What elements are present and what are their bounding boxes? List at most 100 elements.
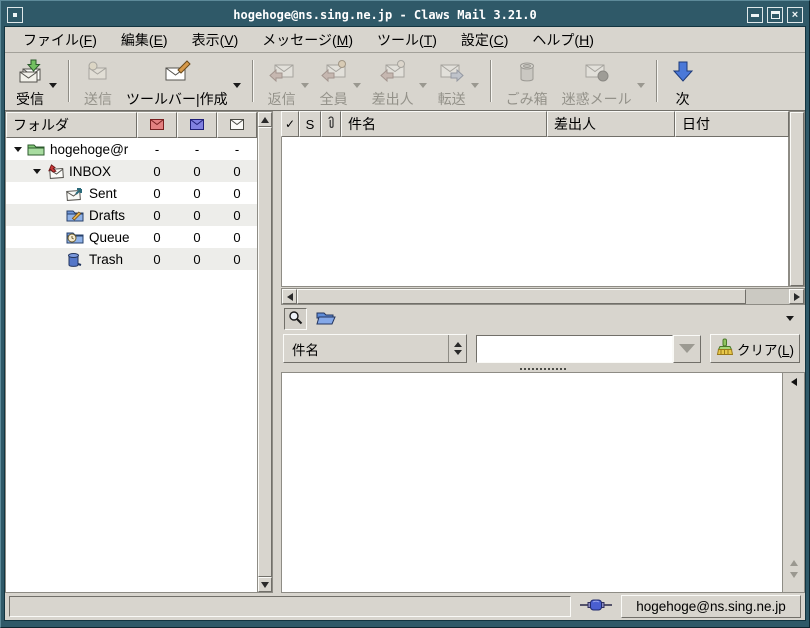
folder-label: INBOX — [69, 164, 111, 179]
status-column-header[interactable]: S — [299, 111, 321, 137]
receive-button[interactable]: 受信 — [9, 56, 51, 110]
search-toggle-button[interactable] — [284, 308, 307, 330]
search-type-combo[interactable]: 件名 — [283, 334, 467, 363]
folder-column-header[interactable]: フォルダ — [6, 112, 137, 138]
folder-select-button[interactable] — [314, 309, 338, 329]
window-menu-button[interactable] — [7, 7, 23, 23]
spin-down-icon — [454, 350, 462, 355]
folder-row-drafts[interactable]: Drafts 0 0 0 — [6, 204, 257, 226]
inbox-icon — [46, 163, 64, 179]
pane-splitter[interactable] — [273, 111, 281, 593]
folder-scrollbar[interactable] — [257, 111, 273, 593]
spam-dropdown-arrow[interactable] — [637, 83, 645, 88]
folder-row-inbox[interactable]: INBOX 0 0 0 — [6, 160, 257, 182]
toolbar-separator — [656, 60, 658, 102]
reply-dropdown-arrow[interactable] — [301, 83, 309, 88]
folder-row-queue[interactable]: Queue 0 0 0 — [6, 226, 257, 248]
subject-column-header[interactable]: 件名 — [341, 111, 547, 137]
splitter-grip[interactable] — [520, 367, 566, 370]
expander-icon[interactable] — [14, 147, 22, 152]
menu-help[interactable]: ヘルプ(H) — [520, 27, 605, 53]
next-button[interactable]: 次 — [665, 56, 701, 110]
reply-button[interactable]: 返信 — [261, 56, 303, 110]
forward-button[interactable]: 転送 — [431, 56, 473, 110]
forward-dropdown-arrow[interactable] — [471, 83, 479, 88]
compose-button[interactable]: ツールバー|作成 — [119, 56, 235, 110]
expander-icon[interactable] — [33, 169, 41, 174]
menu-view[interactable]: 表示(V) — [180, 27, 251, 53]
search-input[interactable] — [476, 335, 673, 363]
online-toggle-button[interactable] — [578, 597, 614, 617]
clear-search-button[interactable]: クリア(L) — [710, 334, 800, 363]
next-icon — [672, 57, 694, 87]
spam-button[interactable]: 迷惑メール — [555, 56, 639, 110]
menu-file[interactable]: ファイル(F) — [11, 27, 109, 53]
combo-spinner[interactable] — [448, 335, 466, 362]
message-list-hscrollbar[interactable] — [281, 288, 805, 305]
message-view-body[interactable] — [281, 372, 783, 593]
scroll-up-button[interactable] — [258, 112, 272, 127]
reply-all-button[interactable]: 全員 — [313, 56, 355, 110]
reply-sender-dropdown-arrow[interactable] — [419, 83, 427, 88]
date-column-header[interactable]: 日付 — [675, 111, 789, 137]
send-button[interactable]: 送信 — [77, 56, 119, 110]
reply-all-dropdown-arrow[interactable] — [353, 83, 361, 88]
folder-unread-count: - — [177, 142, 217, 157]
maximize-button[interactable] — [767, 7, 783, 23]
reply-sender-button[interactable]: 差出人 — [365, 56, 421, 110]
new-column-header[interactable] — [137, 112, 177, 138]
minimize-button[interactable] — [747, 7, 763, 23]
message-list-body[interactable] — [281, 137, 789, 287]
unread-column-header[interactable] — [177, 112, 217, 138]
sent-folder-icon — [66, 185, 84, 201]
trash-folder-icon — [66, 251, 84, 267]
mime-collapse-button[interactable] — [791, 378, 797, 386]
mime-prev-button[interactable] — [790, 560, 798, 566]
scroll-left-button[interactable] — [282, 289, 297, 304]
folder-total-count: 0 — [217, 186, 257, 201]
scroll-down-button[interactable] — [258, 577, 272, 592]
search-history-dropdown-button[interactable] — [673, 335, 701, 363]
attachment-column-header[interactable] — [321, 111, 341, 137]
scrollbar-thumb[interactable] — [790, 112, 804, 286]
trash-button[interactable]: ごみ箱 — [499, 56, 555, 110]
menu-edit[interactable]: 編集(E) — [109, 27, 180, 53]
menu-message[interactable]: メッセージ(M) — [250, 27, 365, 53]
menu-configuration[interactable]: 設定(C) — [449, 27, 520, 53]
scrollbar-thumb[interactable] — [258, 127, 272, 577]
folder-tree: フォルダ — [5, 111, 257, 593]
queue-folder-icon — [66, 229, 84, 245]
titlebar: hogehoge@ns.sing.ne.jp - Claws Mail 3.21… — [4, 4, 806, 26]
quick-search-collapse-arrow[interactable] — [786, 316, 794, 321]
folder-label: Sent — [89, 186, 117, 201]
folder-row-trash[interactable]: Trash 0 0 0 — [6, 248, 257, 270]
menu-tools[interactable]: ツール(T) — [365, 27, 449, 53]
mime-next-button[interactable] — [790, 572, 798, 578]
folder-row-sent[interactable]: Sent 0 0 0 — [6, 182, 257, 204]
from-column-header[interactable]: 差出人 — [547, 111, 675, 137]
forward-icon — [438, 57, 466, 87]
trash-label: ごみ箱 — [506, 89, 548, 109]
message-view-area — [281, 372, 805, 593]
spam-icon — [582, 57, 612, 87]
network-plug-icon — [580, 598, 612, 615]
mark-column-header[interactable]: ✓ — [281, 111, 299, 137]
broom-icon — [716, 338, 733, 359]
message-list-scrollbar[interactable] — [789, 111, 805, 287]
scroll-right-button[interactable] — [789, 289, 804, 304]
scrollbar-thumb[interactable] — [297, 289, 746, 304]
compose-dropdown-arrow[interactable] — [233, 83, 241, 88]
folder-total-count: 0 — [217, 208, 257, 223]
receive-dropdown-arrow[interactable] — [49, 83, 57, 88]
new-mail-envelope-icon — [150, 117, 164, 133]
reply-sender-label: 差出人 — [372, 89, 414, 109]
folder-new-count: 0 — [137, 164, 177, 179]
close-button[interactable]: × — [787, 7, 803, 23]
unread-mail-envelope-icon — [190, 117, 204, 133]
total-column-header[interactable] — [217, 112, 257, 138]
folder-row-account[interactable]: hogehoge@r - - - — [6, 138, 257, 160]
spin-up-icon — [454, 342, 462, 347]
account-selector-button[interactable]: hogehoge@ns.sing.ne.jp — [621, 595, 801, 618]
statusbar: hogehoge@ns.sing.ne.jp — [5, 593, 805, 620]
toolbar-separator — [252, 60, 254, 102]
